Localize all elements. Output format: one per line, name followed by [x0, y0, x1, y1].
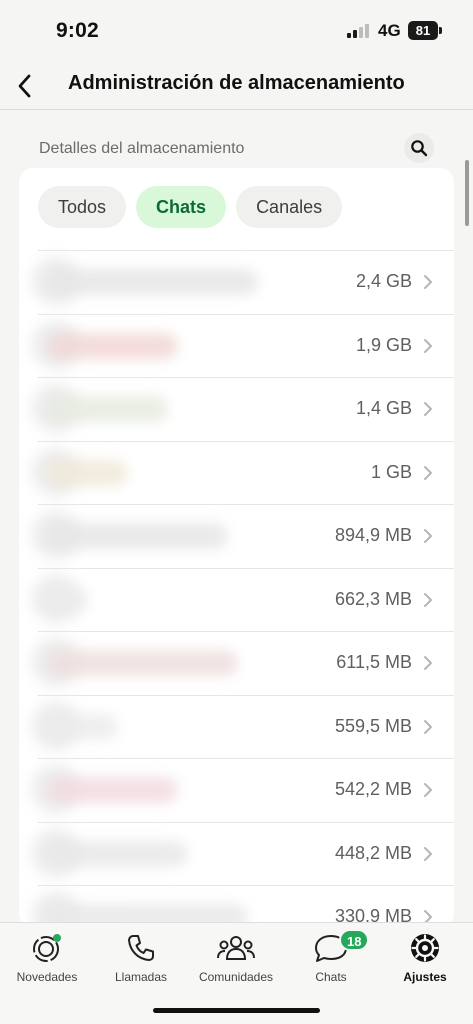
chat-name-redacted: [48, 586, 88, 613]
chat-storage-row[interactable]: 662,3 MB: [32, 567, 454, 632]
section-label: Detalles del almacenamiento: [39, 140, 245, 157]
tab-llamadas[interactable]: Llamadas: [96, 931, 186, 984]
filter-chips: Todos Chats Canales: [38, 186, 343, 228]
tab-label: Chats: [315, 970, 347, 984]
chevron-right-icon: [424, 465, 432, 480]
chat-storage-row[interactable]: 1,4 GB: [32, 377, 454, 441]
unread-badge: 18: [339, 929, 370, 951]
search-icon: [411, 140, 428, 157]
chevron-left-icon: [18, 74, 31, 98]
tab-chats[interactable]: 18 Chats: [286, 929, 376, 984]
chat-name-redacted: [48, 269, 258, 295]
chevron-right-icon: [424, 592, 432, 607]
chevron-right-icon: [424, 338, 432, 353]
chat-size: 1,9 GB: [355, 334, 412, 355]
back-button[interactable]: [6, 66, 42, 106]
phone-icon: [128, 935, 154, 961]
tab-novedades[interactable]: Novedades: [2, 931, 92, 984]
scrollbar[interactable]: [465, 160, 469, 226]
chat-name-redacted: [48, 523, 228, 549]
filter-todos[interactable]: Todos: [38, 186, 127, 228]
chat-name-redacted: [48, 459, 128, 486]
filter-chats[interactable]: Chats: [136, 186, 227, 228]
chat-size: 2,4 GB: [355, 271, 412, 291]
tab-label: Comunidades: [198, 970, 274, 984]
status-time: 9:02: [56, 19, 99, 42]
search-button[interactable]: [404, 133, 434, 163]
tab-ajustes[interactable]: Ajustes: [380, 931, 470, 984]
storage-card: Todos Chats Canales 2,4 GB 1,9 GB 1,4 GB 1 …: [19, 168, 454, 928]
chevron-right-icon: [424, 846, 432, 861]
battery-tip: [439, 27, 442, 34]
chat-storage-list: 2,4 GB 1,9 GB 1,4 GB 1 GB 894,9 MB 662,3 MB 61…: [19, 250, 454, 928]
chat-storage-row[interactable]: 611,5 MB: [32, 631, 454, 695]
chat-storage-row[interactable]: 2,4 GB: [32, 250, 454, 314]
chat-size: 662,3 MB: [334, 588, 412, 609]
tab-comunidades[interactable]: Comunidades: [191, 931, 281, 984]
chat-size: 894,9 MB: [334, 525, 412, 545]
chat-size: 1 GB: [370, 461, 412, 482]
chat-storage-row[interactable]: 559,5 MB: [32, 694, 454, 759]
chat-name-redacted: [48, 840, 188, 867]
chat-size: 1,4 GB: [355, 398, 412, 418]
chat-storage-row[interactable]: 894,9 MB: [32, 504, 454, 568]
chevron-right-icon: [424, 529, 432, 543]
chat-name-redacted: [48, 777, 178, 803]
chat-storage-row[interactable]: 448,2 MB: [32, 821, 454, 886]
chat-name-redacted: [48, 396, 168, 422]
chat-storage-row[interactable]: 1,9 GB: [32, 313, 454, 378]
chat-size: 611,5 MB: [336, 652, 412, 672]
page-title: Administración de almacenamiento: [68, 72, 405, 94]
chat-size: 542,2 MB: [334, 779, 412, 799]
nav-header: Administración de almacenamiento: [0, 62, 473, 110]
chevron-right-icon: [424, 656, 432, 670]
chat-size: 559,5 MB: [334, 715, 412, 736]
settings-icon: [411, 934, 439, 962]
home-indicator[interactable]: [153, 1008, 320, 1013]
updates-icon: [33, 934, 61, 962]
chat-storage-row[interactable]: 1 GB: [32, 440, 454, 505]
chat-name-redacted: [48, 332, 178, 359]
cellular-signal-icon: [347, 24, 369, 38]
tab-label: Novedades: [16, 970, 78, 984]
chevron-right-icon: [424, 783, 432, 797]
chat-name-redacted: [48, 650, 238, 676]
chevron-right-icon: [424, 719, 432, 734]
chat-name-redacted: [48, 713, 118, 740]
tab-label: Llamadas: [114, 970, 168, 984]
tab-label: Ajustes: [403, 970, 447, 984]
chat-size: 448,2 MB: [334, 842, 412, 863]
filter-canales[interactable]: Canales: [236, 186, 343, 228]
chevron-right-icon: [424, 275, 432, 289]
battery-icon: 81: [408, 21, 438, 40]
status-bar: 9:02 4G 81: [0, 0, 473, 62]
communities-icon: [217, 936, 255, 960]
chevron-right-icon: [424, 402, 432, 416]
network-type: 4G: [378, 21, 401, 40]
chat-storage-row[interactable]: 542,2 MB: [32, 758, 454, 822]
